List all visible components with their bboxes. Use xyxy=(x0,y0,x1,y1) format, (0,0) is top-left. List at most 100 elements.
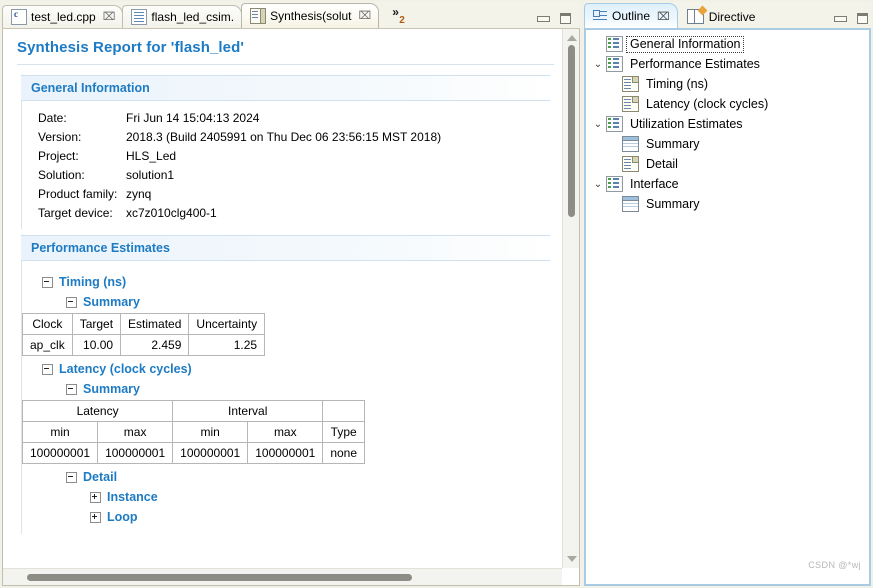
outline-item-general-information[interactable]: General Information xyxy=(586,34,869,54)
chevron-double-right-icon: » xyxy=(392,5,399,19)
collapse-toggle-icon[interactable] xyxy=(42,276,53,288)
timing-summary-table: Clock Target Estimated Uncertainty ap_cl… xyxy=(22,313,266,356)
table-group-header-row: Latency Interval xyxy=(21,400,366,422)
outline-item-label: Latency (clock cycles) xyxy=(646,96,769,111)
minimize-icon[interactable] xyxy=(536,13,550,24)
tab-label: Directive xyxy=(708,9,756,24)
table-header-row: Clock Target Estimated Uncertainty xyxy=(22,313,266,335)
tab-flash-led-csim[interactable]: flash_led_csim. xyxy=(122,5,243,28)
vertical-scrollbar[interactable] xyxy=(562,29,579,568)
table-cell: 100000001 xyxy=(97,442,174,464)
editor-tab-bar: test_led.cpp ⌧ flash_led_csim. Synthesis… xyxy=(2,2,580,29)
outline-body: General Information ⌄ Performance Estima… xyxy=(584,28,871,586)
outline-item-latency[interactable]: Latency (clock cycles) xyxy=(586,94,869,114)
page-icon xyxy=(622,156,639,172)
column-header: Type xyxy=(322,421,366,443)
horizontal-scrollbar-thumb[interactable] xyxy=(27,574,412,581)
tree-node-latency[interactable]: Latency (clock cycles) xyxy=(22,362,562,376)
horizontal-scrollbar[interactable] xyxy=(3,568,562,585)
tree-node-timing-summary[interactable]: Summary xyxy=(22,295,562,309)
page-title: Synthesis Report for 'flash_led' xyxy=(17,39,245,56)
collapse-toggle-icon[interactable] xyxy=(66,383,77,395)
outline-item-utilization-detail[interactable]: Detail xyxy=(586,154,869,174)
chevron-down-icon[interactable]: ⌄ xyxy=(590,179,606,190)
outline-item-label: Performance Estimates xyxy=(630,56,760,71)
info-row: Date: Fri Jun 14 15:04:13 2024 xyxy=(22,109,562,128)
section-heading: General Information xyxy=(21,75,550,101)
outline-item-interface[interactable]: ⌄ Interface xyxy=(586,174,869,194)
section-body: Date: Fri Jun 14 15:04:13 2024 Version: … xyxy=(21,101,562,229)
scroll-down-arrow-icon[interactable] xyxy=(567,556,577,562)
tree-node-label: Instance xyxy=(107,490,158,504)
column-header: Target xyxy=(71,313,122,335)
outline-item-interface-summary[interactable]: Summary xyxy=(586,194,869,214)
outline-tree: General Information ⌄ Performance Estima… xyxy=(586,30,869,214)
minimize-icon[interactable] xyxy=(833,13,847,24)
tree-node-label: Loop xyxy=(107,510,138,524)
column-header: min xyxy=(172,421,249,443)
tab-directive[interactable]: Directive xyxy=(678,5,764,28)
table-cell: 10.00 xyxy=(71,334,122,356)
tab-outline[interactable]: Outline ⌧ xyxy=(584,3,678,28)
section-body: Timing (ns) Summary Clock Target Estimat… xyxy=(21,261,562,534)
outline-item-utilization-estimates[interactable]: ⌄ Utilization Estimates xyxy=(586,114,869,134)
outline-view-buttons xyxy=(833,13,871,28)
outline-item-utilization-summary[interactable]: Summary xyxy=(586,134,869,154)
close-icon[interactable]: ⌧ xyxy=(359,11,372,22)
info-value: xc7z010clg400-1 xyxy=(126,206,217,220)
editor-part: test_led.cpp ⌧ flash_led_csim. Synthesis… xyxy=(2,2,580,586)
outline-item-label: Utilization Estimates xyxy=(630,116,743,131)
page-icon xyxy=(622,96,639,112)
synthesis-report-canvas: Synthesis Report for 'flash_led' General… xyxy=(3,29,562,568)
tab-synthesis-report[interactable]: Synthesis(solut ⌧ xyxy=(241,3,380,28)
info-key: Target device: xyxy=(38,206,113,220)
tab-overflow-button[interactable]: » 2 xyxy=(378,5,408,28)
table-cell: 100000001 xyxy=(172,442,249,464)
collapse-toggle-icon[interactable] xyxy=(66,471,77,483)
tree-node-label: Detail xyxy=(83,470,118,484)
table-cell: none xyxy=(322,442,366,464)
info-value: HLS_Led xyxy=(126,149,177,163)
collapse-toggle-icon[interactable] xyxy=(66,296,77,308)
column-header: Estimated xyxy=(120,313,190,335)
outline-item-timing[interactable]: Timing (ns) xyxy=(586,74,869,94)
table-header-row: min max min max Type xyxy=(21,421,366,443)
vertical-scrollbar-thumb[interactable] xyxy=(568,45,575,217)
tree-node-loop[interactable]: Loop xyxy=(22,510,562,524)
tree-node-instance[interactable]: Instance xyxy=(22,490,562,504)
expand-toggle-icon[interactable] xyxy=(90,511,101,523)
info-value: zynq xyxy=(126,187,152,201)
tab-label: test_led.cpp xyxy=(31,10,96,24)
page-icon xyxy=(622,76,639,92)
expand-toggle-icon[interactable] xyxy=(90,491,101,503)
close-icon[interactable]: ⌧ xyxy=(657,10,670,23)
outline-item-label: Timing (ns) xyxy=(646,76,709,91)
scroll-up-arrow-icon[interactable] xyxy=(567,35,577,41)
table-icon xyxy=(622,136,639,152)
close-icon[interactable]: ⌧ xyxy=(103,12,116,23)
section-heading: Performance Estimates xyxy=(21,235,550,261)
info-row: Solution: solution1 xyxy=(22,166,562,185)
tree-node-latency-summary[interactable]: Summary xyxy=(22,382,562,396)
collapse-toggle-icon[interactable] xyxy=(42,363,53,375)
chevron-down-icon[interactable]: ⌄ xyxy=(590,59,606,70)
column-group-header: Latency xyxy=(21,400,174,422)
chevron-down-icon[interactable]: ⌄ xyxy=(590,119,606,130)
category-icon xyxy=(606,56,623,72)
outline-item-performance-estimates[interactable]: ⌄ Performance Estimates xyxy=(586,54,869,74)
tab-label: Synthesis(solut xyxy=(270,9,352,23)
maximize-icon[interactable] xyxy=(559,13,572,24)
table-row: 100000001 100000001 100000001 100000001 … xyxy=(21,442,366,464)
table-cell: 100000001 xyxy=(21,442,99,464)
tree-node-latency-detail[interactable]: Detail xyxy=(22,470,562,484)
tree-node-timing[interactable]: Timing (ns) xyxy=(22,275,562,289)
column-header: Clock xyxy=(22,313,73,335)
tab-test-led-cpp[interactable]: test_led.cpp ⌧ xyxy=(2,5,124,28)
info-key: Version: xyxy=(38,130,82,144)
outline-item-label: Detail xyxy=(646,156,678,171)
tree-node-label: Summary xyxy=(83,382,140,396)
tree-node-label: Latency (clock cycles) xyxy=(59,362,192,376)
column-group-header: Interval xyxy=(172,400,324,422)
maximize-icon[interactable] xyxy=(856,13,869,24)
category-icon xyxy=(606,116,623,132)
